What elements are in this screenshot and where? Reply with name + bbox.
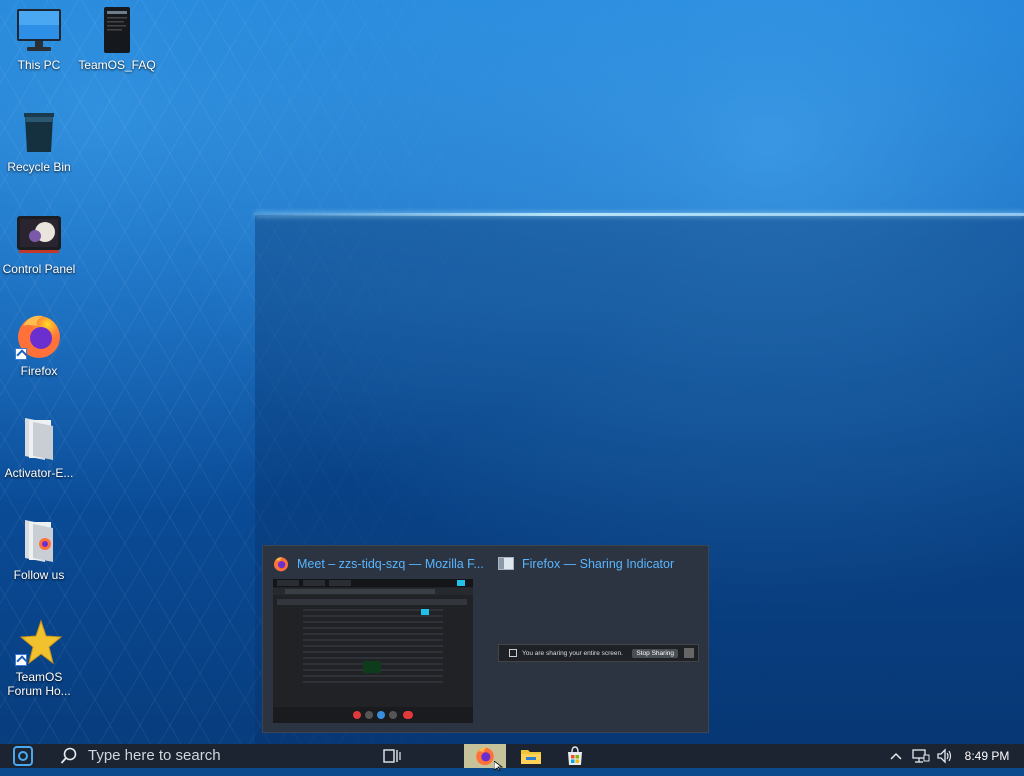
desktop-icon-teamos-faq[interactable]: TeamOS_FAQ — [78, 6, 156, 72]
desktop-icon-label: Recycle Bin — [7, 160, 71, 174]
minimize-icon[interactable] — [684, 648, 694, 658]
microsoft-store-icon[interactable] — [562, 744, 588, 768]
network-icon[interactable] — [910, 744, 932, 768]
firefox-icon — [15, 312, 63, 360]
start-button[interactable] — [10, 744, 36, 768]
star-icon — [15, 618, 63, 666]
desktop-icon-label: This PC — [17, 58, 61, 72]
wallpaper-light-line — [255, 213, 1024, 216]
desktop-icon-label: TeamOS_FAQ — [78, 58, 156, 72]
control-panel-icon — [15, 210, 63, 258]
meet-window-thumbnail[interactable] — [273, 579, 473, 723]
screen-share-icon — [509, 649, 517, 657]
desktop-icon-label: Firefox — [20, 364, 58, 378]
folder-icon — [15, 414, 63, 462]
preview-window-title-meet[interactable]: Meet – zzs-tidq-szq — Mozilla F... — [297, 557, 484, 571]
search-input[interactable]: Type here to search — [88, 747, 221, 765]
taskbar-thumbnail-preview: Meet – zzs-tidq-szq — Mozilla F... Firef… — [262, 545, 709, 733]
volume-icon[interactable] — [934, 744, 956, 768]
firefox-icon — [273, 556, 289, 577]
monitor-icon — [15, 6, 63, 54]
file-explorer-icon[interactable] — [518, 744, 544, 768]
folder-icon — [15, 516, 63, 564]
preview-window-title-sharing[interactable]: Firefox — Sharing Indicator — [522, 557, 674, 571]
desktop-icon-firefox[interactable]: Firefox — [0, 312, 78, 378]
desktop-icon-activator[interactable]: Activator-E... — [0, 414, 78, 480]
window-icon — [498, 557, 514, 570]
recycle-bin-icon — [15, 108, 63, 156]
teamos-logo-icon — [13, 746, 33, 766]
stop-sharing-button[interactable]: Stop Sharing — [632, 648, 678, 658]
shortcut-arrow-icon — [15, 654, 27, 666]
document-icon — [93, 6, 141, 54]
desktop-icon-this-pc[interactable]: This PC — [0, 6, 78, 72]
desktop-icon-follow-us[interactable]: Follow us — [0, 516, 78, 582]
desktop-icon-label: Control Panel — [2, 262, 76, 276]
desktop-icon-label: Activator-E... — [4, 466, 74, 480]
shortcut-arrow-icon — [15, 348, 27, 360]
chevron-up-icon[interactable] — [886, 744, 906, 768]
taskbar-clock[interactable]: 8:49 PM — [962, 748, 1012, 764]
taskbar: Type here to search 8:49 PM — [0, 744, 1024, 768]
sharing-text: You are sharing your entire screen. — [522, 649, 623, 657]
task-view-icon[interactable] — [380, 744, 404, 768]
mouse-cursor-icon — [493, 758, 504, 776]
desktop-icon-label: TeamOS Forum Ho... — [7, 670, 71, 698]
sharing-indicator-thumbnail[interactable]: You are sharing your entire screen. Stop… — [498, 644, 699, 662]
firefox-icon — [476, 747, 494, 766]
desktop-icon-teamos-forum[interactable]: TeamOS Forum Ho... — [0, 618, 78, 698]
search-icon[interactable] — [58, 744, 80, 768]
desktop-icon-control-panel[interactable]: Control Panel — [0, 210, 78, 276]
desktop-icon-recycle-bin[interactable]: Recycle Bin — [0, 108, 78, 174]
desktop-icon-label: Follow us — [13, 568, 65, 582]
